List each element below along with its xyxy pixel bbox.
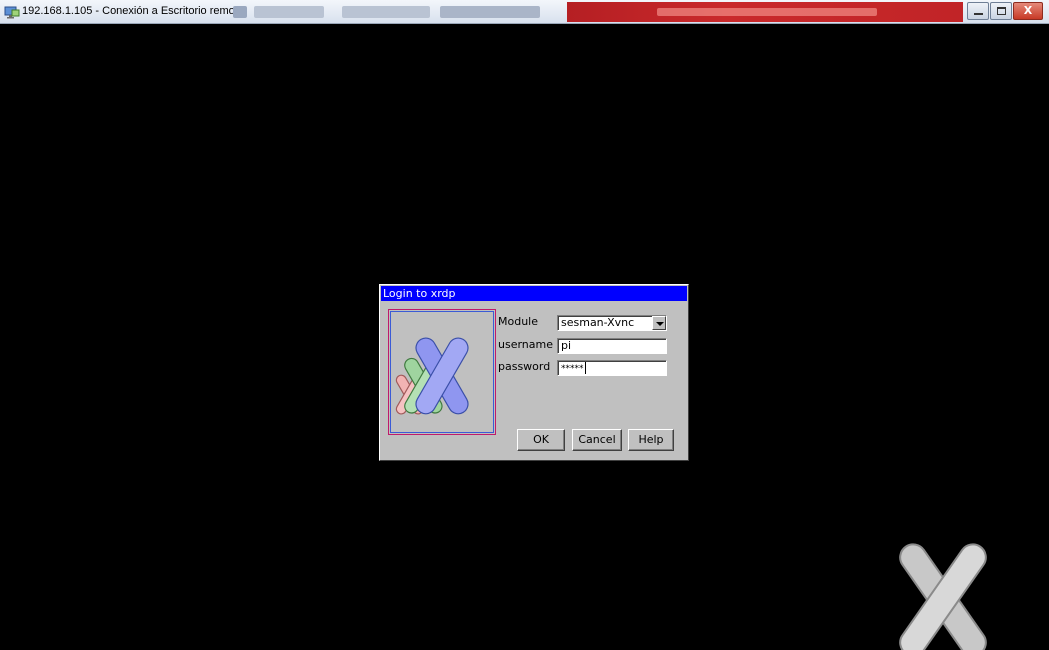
module-value: sesman-Xvnc — [561, 316, 635, 329]
username-value: pi — [561, 339, 572, 352]
blurred-taskbar-item — [342, 6, 430, 18]
close-button[interactable]: X — [1013, 2, 1043, 20]
blurred-taskbar-item — [440, 6, 540, 18]
remote-desktop-icon — [4, 6, 20, 19]
username-field[interactable]: pi — [557, 338, 667, 354]
text-caret — [584, 362, 586, 374]
module-label: Module — [498, 315, 538, 328]
blurred-taskbar-item — [233, 6, 247, 18]
xrdp-logo-frame — [388, 309, 496, 435]
blurred-taskbar-item — [567, 2, 963, 22]
cancel-button[interactable]: Cancel — [572, 429, 622, 451]
window-title-bar: 192.168.1.105 - Conexión a Escritorio re… — [0, 0, 1049, 24]
minimize-icon — [974, 13, 983, 15]
dialog-title: Login to xrdp — [383, 287, 456, 300]
ok-button[interactable]: OK — [517, 429, 565, 451]
dialog-title-bar: Login to xrdp — [381, 286, 687, 301]
login-dialog: Login to xrdp Module sesman-Xvnc usernam… — [379, 284, 689, 461]
xrdp-logo — [395, 337, 469, 415]
maximize-button[interactable] — [990, 2, 1012, 20]
help-button[interactable]: Help — [628, 429, 674, 451]
blurred-taskbar-item — [254, 6, 324, 18]
minimize-button[interactable] — [967, 2, 989, 20]
username-label: username — [498, 338, 553, 351]
maximize-icon — [997, 7, 1006, 15]
password-field[interactable]: ***** — [557, 360, 667, 376]
password-value: ***** — [561, 364, 584, 374]
module-dropdown-button[interactable] — [652, 316, 666, 330]
password-label: password — [498, 360, 551, 373]
chevron-down-icon — [656, 322, 664, 326]
window-controls: X — [967, 2, 1043, 20]
window-title: 192.168.1.105 - Conexión a Escritorio re… — [22, 5, 244, 17]
x-logo-icon — [899, 543, 987, 650]
close-icon: X — [1023, 4, 1033, 17]
module-select[interactable]: sesman-Xvnc — [557, 315, 667, 331]
